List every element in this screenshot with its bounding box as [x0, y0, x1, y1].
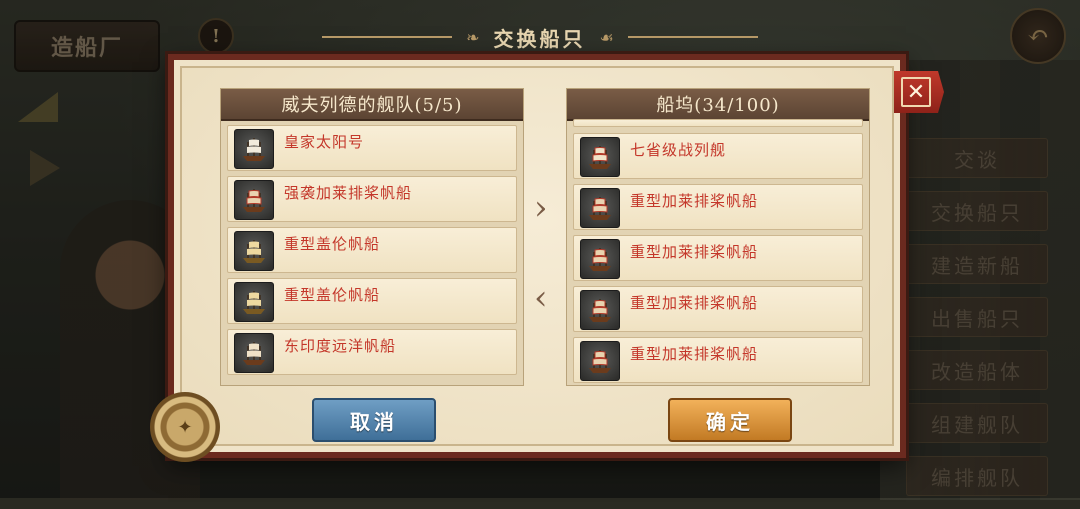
fleet-ship-list[interactable]: 皇家太阳号 强袭加莱排桨帆船 重型盖伦帆船 重型盖伦帆船 东印度远洋帆船 [227, 125, 517, 380]
confirm-button[interactable]: 确定 [668, 398, 792, 442]
fleet-ship-row[interactable]: 重型盖伦帆船 [227, 278, 517, 324]
ship-name: 重型加莱排桨帆船 [630, 243, 759, 261]
ship-name: 重型盖伦帆船 [284, 235, 381, 253]
dialog-title-bar: ❧ 交换船只 ☙ [0, 20, 1080, 54]
ship-name: 重型盖伦帆船 [284, 286, 381, 304]
cancel-button[interactable]: 取消 [312, 398, 436, 442]
compass-icon: ✦ [150, 392, 220, 462]
ship-name: 重型加莱排桨帆船 [630, 294, 759, 312]
fleet-ship-row[interactable]: 皇家太阳号 [227, 125, 517, 171]
fleet-panel-header: 威夫列德的舰队(5/5) [221, 89, 523, 121]
dock-ship-list[interactable]: 七省级战列舰 重型加莱排桨帆船 重型加莱排桨帆船 重型加莱排桨帆船 重型加莱排桨… [573, 119, 863, 385]
fleet-panel: 威夫列德的舰队(5/5) 皇家太阳号 强袭加莱排桨帆船 重型盖伦帆船 重型盖伦帆… [220, 88, 524, 386]
ship-name: 皇家太阳号 [284, 133, 365, 151]
dock-ship-row-partial[interactable] [573, 119, 863, 127]
dialog-title: 交换船只 [493, 26, 586, 51]
ship-icon [234, 231, 274, 271]
fleet-ship-row[interactable]: 重型盖伦帆船 [227, 227, 517, 273]
ship-icon [580, 341, 620, 381]
close-button[interactable]: ✕ [894, 71, 944, 113]
ship-name: 重型加莱排桨帆船 [630, 192, 759, 210]
dock-panel: 船坞(34/100) 七省级战列舰 重型加莱排桨帆船 重型加莱排桨帆船 重型加莱… [566, 88, 870, 386]
ship-name: 七省级战列舰 [630, 141, 727, 159]
ship-icon [234, 282, 274, 322]
ship-icon [580, 290, 620, 330]
dock-ship-row[interactable]: 重型加莱排桨帆船 [573, 337, 863, 383]
fleet-ship-row[interactable]: 强袭加莱排桨帆船 [227, 176, 517, 222]
title-divider-right [627, 36, 758, 38]
move-to-dock-arrow-icon[interactable]: › [534, 188, 548, 228]
ship-name: 重型加莱排桨帆船 [630, 345, 759, 363]
ship-icon [580, 239, 620, 279]
dock-ship-row[interactable]: 重型加莱排桨帆船 [573, 184, 863, 230]
dock-ship-row[interactable]: 重型加莱排桨帆船 [573, 286, 863, 332]
ship-icon [580, 188, 620, 228]
dock-ship-row[interactable]: 重型加莱排桨帆船 [573, 235, 863, 281]
title-divider-left [322, 36, 453, 38]
title-ornament-left-icon: ❧ [466, 27, 480, 47]
title-ornament-right-icon: ☙ [599, 27, 614, 47]
ship-icon [234, 333, 274, 373]
ship-name: 东印度远洋帆船 [284, 337, 397, 355]
close-x-icon: ✕ [901, 77, 931, 107]
dock-ship-row[interactable]: 七省级战列舰 [573, 133, 863, 179]
ship-icon [234, 180, 274, 220]
move-to-fleet-arrow-icon[interactable]: ‹ [534, 278, 548, 318]
dock-panel-header: 船坞(34/100) [567, 89, 869, 121]
fleet-ship-row[interactable]: 东印度远洋帆船 [227, 329, 517, 375]
ship-icon [580, 137, 620, 177]
ship-icon [234, 129, 274, 169]
ship-name: 强袭加莱排桨帆船 [284, 184, 413, 202]
